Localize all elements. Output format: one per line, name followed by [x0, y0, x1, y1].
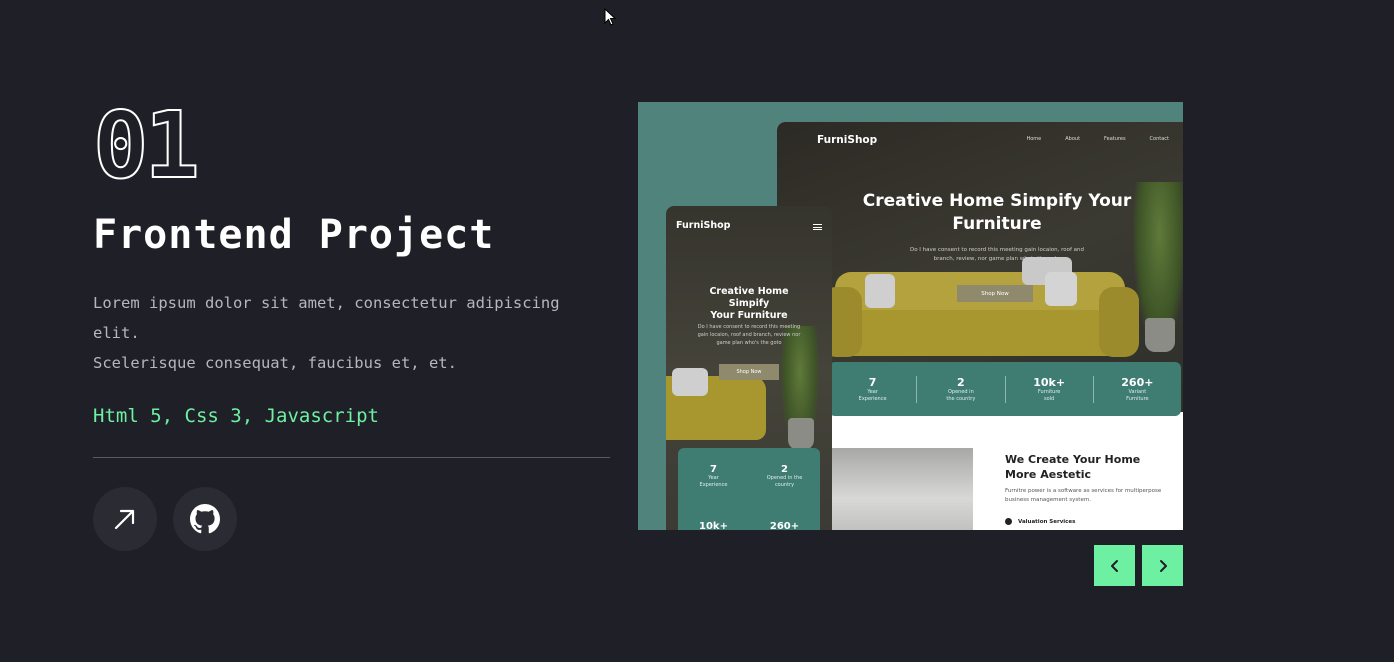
pot-shape	[1145, 318, 1175, 352]
headline-line-1: Creative Home Simpify Your	[862, 191, 1132, 211]
live-demo-button[interactable]	[93, 487, 157, 551]
mobile-shop-now-button: Shop Now	[719, 364, 779, 380]
paragraph-line-2: gain locaion, roof and branch, review no…	[697, 332, 801, 338]
stat-item: 10k+ Furniture sold	[1006, 375, 1094, 403]
desktop-nav: Home About Features Contact	[1026, 136, 1169, 142]
chevron-right-icon	[1159, 559, 1167, 572]
section-heading-line-2: More Aestetic	[1005, 468, 1092, 481]
nav-contact: Contact	[1149, 136, 1169, 142]
divider	[93, 457, 610, 458]
section-heading-line-1: We Create Your Home	[1005, 453, 1141, 466]
stat-label: country	[774, 482, 795, 488]
next-slide-button[interactable]	[1142, 545, 1183, 586]
stat-label: Opened in the	[766, 475, 803, 481]
stat-label: sold	[1044, 395, 1055, 402]
desktop-stats: 7 Year Experience 2 Opened in the country 10…	[829, 362, 1181, 416]
project-number: 01	[92, 92, 201, 199]
stat-value: 2	[957, 375, 965, 389]
description-line-1: Lorem ipsum dolor sit amet, consectetur …	[93, 294, 560, 342]
paragraph-line-1: Do I have consent to record this meeting…	[909, 247, 1085, 253]
prev-slide-button[interactable]	[1094, 545, 1135, 586]
project-preview-image: FurniShop Home About Features Contact Cr…	[638, 102, 1183, 530]
section-text-line-2: business management system.	[1005, 497, 1091, 503]
stat-item: 260+ Variant Furniture	[1094, 376, 1181, 403]
chevron-left-icon	[1110, 559, 1118, 572]
tech-stack: Html 5, Css 3, Javascript	[93, 405, 379, 427]
stat-value: 7	[868, 375, 877, 389]
stat-item: 260+	[749, 505, 820, 530]
stat-value: 10k+	[699, 521, 728, 530]
desktop-logo: FurniShop	[817, 134, 878, 146]
pot-shape	[788, 418, 814, 450]
mobile-headline: Creative Home Simpify Your Furniture	[688, 286, 810, 322]
section-list-item: Valuation Services	[1005, 518, 1075, 525]
mobile-mockup: FurniShop Creative Home Simpify Your Fur…	[666, 206, 832, 530]
paragraph-line-2: branch, review, nor game plan who's the …	[933, 256, 1061, 262]
mouse-cursor-icon	[604, 8, 616, 26]
mobile-logo: FurniShop	[676, 220, 731, 231]
paragraph-line-3: game plan who's the goto	[716, 340, 782, 346]
hamburger-icon	[813, 224, 822, 230]
github-button[interactable]	[173, 487, 237, 551]
project-title: Frontend Project	[93, 212, 495, 258]
stat-label: Furniture	[1037, 388, 1061, 395]
headline-line-2: Furniture	[952, 214, 1042, 234]
armchair-image	[829, 448, 973, 530]
mobile-paragraph: Do I have consent to record this meeting…	[688, 323, 810, 347]
desktop-headline: Creative Home Simpify Your Furniture	[837, 190, 1157, 236]
github-icon	[190, 504, 220, 534]
stat-value: 260+	[1121, 375, 1154, 389]
stat-item: 7 Year Experience	[829, 375, 918, 403]
stat-value: 260+	[769, 521, 800, 530]
pillow-shape	[865, 274, 895, 308]
stat-label: Variant	[1128, 388, 1147, 395]
arrow-up-right-icon	[114, 509, 135, 530]
stat-item: 7 Year Experience	[678, 448, 749, 505]
stat-label: Year	[708, 475, 719, 481]
stat-item: 2 Opened in the country	[749, 448, 820, 505]
project-info: 01 Frontend Project Lorem ipsum dolor si…	[92, 92, 611, 551]
paragraph-line-1: Do I have consent to record this meeting	[697, 324, 801, 330]
stat-label: the country	[946, 395, 976, 402]
description-line-2: Scelerisque consequat, faucibus et, et.	[93, 354, 457, 372]
section-text-line-1: Furnitre power is a software as services…	[1005, 488, 1162, 494]
mobile-stats: 7 Year Experience 2 Opened in the country 10…	[678, 448, 820, 530]
stat-item: 2 Opened in the country	[917, 375, 1006, 403]
desktop-mockup: FurniShop Home About Features Contact Cr…	[777, 122, 1183, 530]
stat-label: Experience	[699, 482, 728, 488]
nav-features: Features	[1104, 136, 1126, 142]
section-text: Furnitre power is a software as services…	[1005, 487, 1165, 505]
sofa-arm-shape	[1099, 287, 1139, 357]
headline-line-1: Creative Home Simpify	[709, 286, 789, 309]
project-description: Lorem ipsum dolor sit amet, consectetur …	[93, 288, 611, 378]
desktop-shop-now-button: Shop Now	[957, 285, 1033, 302]
stat-label: Opened in	[947, 388, 974, 395]
stat-label: Furniture	[1126, 395, 1149, 402]
stat-label: Experience	[858, 395, 887, 402]
pillow-shape	[672, 368, 708, 396]
stat-item: 10k+	[678, 505, 749, 530]
stat-value: 2	[781, 464, 788, 475]
project-links	[93, 487, 611, 551]
nav-home: Home	[1026, 136, 1042, 142]
sofa-seat-shape	[827, 310, 1133, 356]
stat-label: Year	[867, 388, 878, 395]
stat-value: 7	[710, 464, 717, 475]
headline-line-2: Your Furniture	[710, 310, 788, 321]
desktop-paragraph: Do I have consent to record this meeting…	[897, 246, 1097, 264]
pillow-shape	[1045, 272, 1077, 306]
section-heading: We Create Your Home More Aestetic	[1005, 452, 1165, 482]
nav-about: About	[1065, 136, 1081, 142]
stat-value: 10k+	[1033, 375, 1066, 389]
